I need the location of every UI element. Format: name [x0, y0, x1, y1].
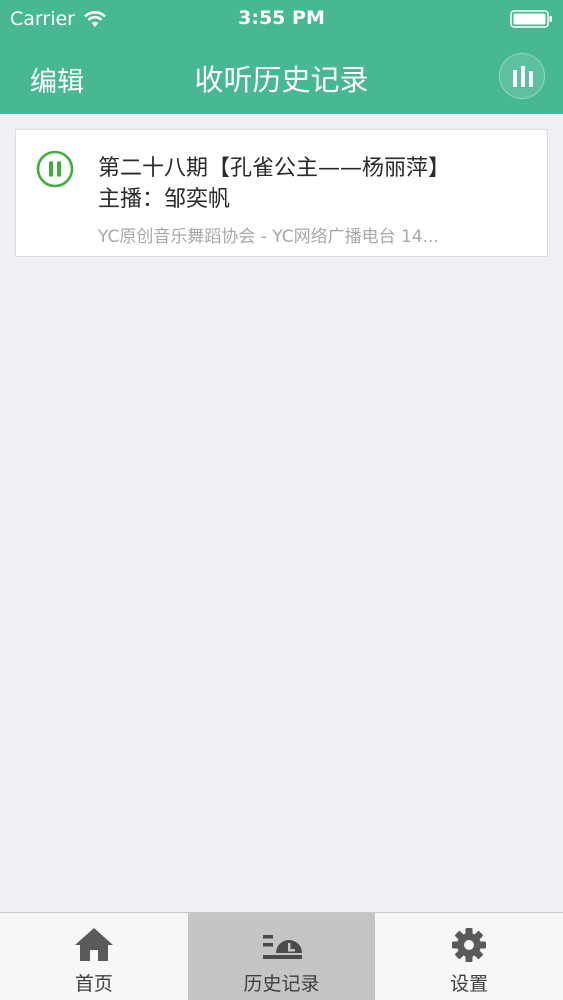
battery-icon: [510, 10, 552, 28]
tab-home-label: 首页: [74, 973, 113, 995]
status-time: 3:55 PM: [238, 7, 325, 29]
status-bar: Carrier 3:55 PM: [0, 0, 563, 38]
page-title: 收听历史记录: [194, 63, 369, 97]
episode-title: 第二十八期【孔雀公主——杨丽萍】: [98, 156, 451, 181]
pause-icon[interactable]: [36, 150, 74, 188]
episode-host: 主播：邹奕帆: [98, 187, 231, 212]
home-icon: [74, 928, 113, 961]
tab-bar: 首页 历史记录 设置: [0, 912, 563, 1000]
history-icon: [262, 935, 302, 959]
episode-source: YC原创音乐舞蹈协会 - YC网络广播电台 14...: [98, 227, 439, 247]
history-item[interactable]: 第二十八期【孔雀公主——杨丽萍】 主播：邹奕帆 YC原创音乐舞蹈协会 - YC网…: [15, 129, 548, 257]
nav-bar: 编辑 收听历史记录: [0, 38, 563, 114]
equalizer-icon: [513, 66, 533, 87]
tab-history-label: 历史记录: [243, 973, 320, 995]
gear-icon: [452, 928, 487, 962]
now-playing-button[interactable]: [499, 53, 545, 99]
tab-settings[interactable]: 设置: [375, 913, 563, 1000]
tab-home[interactable]: 首页: [0, 913, 188, 1000]
header: Carrier 3:55 PM 编辑 收听历史记录: [0, 0, 563, 114]
tab-settings-label: 设置: [450, 973, 489, 995]
tab-history[interactable]: 历史记录: [187, 913, 376, 1000]
history-list: 第二十八期【孔雀公主——杨丽萍】 主播：邹奕帆 YC原创音乐舞蹈协会 - YC网…: [15, 129, 548, 257]
